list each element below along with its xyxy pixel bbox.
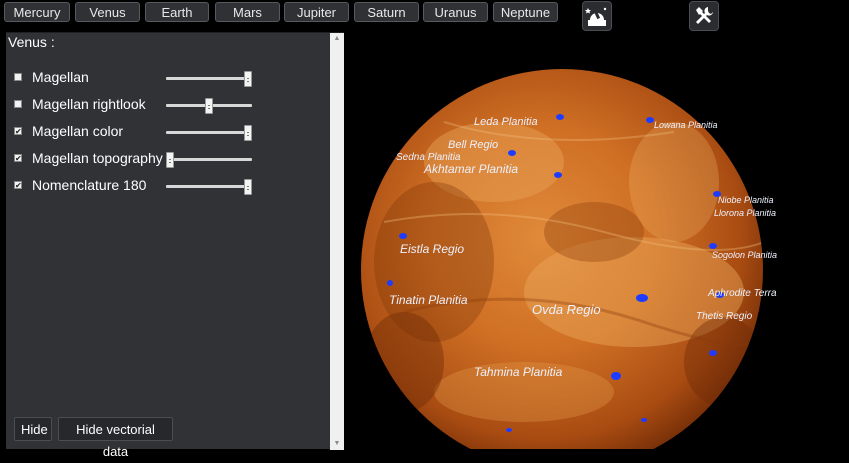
- panel-title: Venus :: [8, 34, 55, 50]
- feature-label[interactable]: Niobe Planitia: [718, 195, 774, 205]
- planet-button-jupiter[interactable]: Jupiter: [284, 2, 349, 22]
- layer-row-magellan-color: ✔ Magellan color: [6, 121, 330, 143]
- feature-label[interactable]: Bell Regio: [448, 139, 498, 151]
- feature-marker[interactable]: [556, 114, 564, 120]
- slider-thumb[interactable]: [166, 152, 174, 168]
- layer-checkbox-magellan[interactable]: [14, 73, 22, 81]
- layer-row-nomenclature-180: ✔ Nomenclature 180: [6, 175, 330, 197]
- layer-label-magellan-topography: Magellan topography: [32, 150, 163, 166]
- slider-track: [166, 158, 252, 161]
- layer-row-magellan-topography: ✔ Magellan topography: [6, 148, 330, 170]
- feature-marker[interactable]: [636, 294, 648, 302]
- hide-vectorial-data-button[interactable]: Hide vectorial data: [58, 417, 173, 459]
- feature-label[interactable]: Leda Planitia: [474, 116, 538, 128]
- feature-marker[interactable]: [506, 428, 512, 432]
- slider-thumb[interactable]: [244, 71, 252, 87]
- globe-view[interactable]: Leda Planitia Lowana Planitia Bell Regio…: [344, 32, 849, 449]
- layer-checkbox-magellan-topography[interactable]: ✔: [14, 154, 22, 163]
- slider-track: [166, 77, 252, 80]
- feature-label[interactable]: Ovda Regio: [532, 302, 601, 317]
- feature-label[interactable]: Akhtamar Planitia: [423, 162, 518, 176]
- slider-track: [166, 131, 252, 134]
- layer-label-nomenclature-180: Nomenclature 180: [32, 177, 147, 193]
- layer-panel: Venus : Magellan Magellan rightlook ✔ Ma…: [6, 32, 344, 459]
- scroll-up-arrow-icon[interactable]: ▲: [330, 33, 344, 45]
- observatory-icon: [585, 7, 607, 26]
- opacity-slider-magellan-color[interactable]: [166, 125, 254, 141]
- layer-checkbox-magellan-rightlook[interactable]: [14, 100, 22, 108]
- planet-button-saturn[interactable]: Saturn: [354, 2, 419, 22]
- feature-label[interactable]: Sogolon Planitia: [712, 250, 777, 260]
- planet-button-earth[interactable]: Earth: [145, 2, 209, 22]
- layer-checkbox-nomenclature-180[interactable]: ✔: [14, 181, 22, 190]
- feature-label[interactable]: Eistla Regio: [400, 242, 464, 256]
- opacity-slider-magellan[interactable]: [166, 71, 254, 87]
- tools-button[interactable]: [689, 1, 719, 31]
- layer-checkbox-magellan-color[interactable]: ✔: [14, 127, 22, 136]
- feature-label[interactable]: Tahmina Planitia: [474, 365, 563, 379]
- opacity-slider-magellan-rightlook[interactable]: [166, 98, 254, 114]
- feature-label[interactable]: Lowana Planitia: [654, 120, 718, 130]
- layer-label-magellan-rightlook: Magellan rightlook: [32, 96, 146, 112]
- planet-button-venus[interactable]: Venus: [75, 2, 140, 22]
- slider-thumb[interactable]: [244, 125, 252, 141]
- feature-label[interactable]: Llorona Planitia: [714, 208, 776, 218]
- scroll-down-arrow-icon[interactable]: ▼: [330, 438, 344, 450]
- feature-marker[interactable]: [709, 350, 717, 356]
- slider-thumb[interactable]: [244, 179, 252, 195]
- observatory-button[interactable]: [582, 1, 612, 31]
- layer-row-magellan: Magellan: [6, 67, 330, 89]
- opacity-slider-nomenclature-180[interactable]: [166, 179, 254, 195]
- planet-button-neptune[interactable]: Neptune: [493, 2, 558, 22]
- feature-marker[interactable]: [554, 172, 562, 178]
- feature-marker[interactable]: [387, 280, 393, 286]
- planet-button-uranus[interactable]: Uranus: [423, 2, 488, 22]
- venus-globe[interactable]: Leda Planitia Lowana Planitia Bell Regio…: [344, 32, 849, 449]
- hide-button[interactable]: Hide: [14, 417, 52, 441]
- layer-panel-content: Venus : Magellan Magellan rightlook ✔ Ma…: [6, 33, 330, 459]
- slider-thumb[interactable]: [205, 98, 213, 114]
- feature-marker[interactable]: [399, 233, 407, 239]
- feature-marker[interactable]: [611, 372, 621, 380]
- planet-button-mercury[interactable]: Mercury: [4, 2, 70, 22]
- slider-track: [166, 185, 252, 188]
- layer-label-magellan-color: Magellan color: [32, 123, 124, 139]
- feature-marker[interactable]: [508, 150, 516, 156]
- feature-marker[interactable]: [641, 418, 647, 422]
- tools-icon: [696, 7, 713, 24]
- layer-label-magellan: Magellan: [32, 69, 89, 85]
- feature-marker[interactable]: [646, 117, 654, 123]
- panel-scrollbar[interactable]: ▲ ▼: [330, 33, 344, 450]
- feature-label[interactable]: Aphrodite Terra: [707, 288, 777, 299]
- feature-label[interactable]: Tinatin Planitia: [389, 293, 468, 307]
- opacity-slider-magellan-topography[interactable]: [166, 152, 254, 168]
- feature-label[interactable]: Thetis Regio: [696, 311, 753, 322]
- planet-button-mars[interactable]: Mars: [215, 2, 280, 22]
- feature-marker[interactable]: [709, 243, 717, 249]
- layer-row-magellan-rightlook: Magellan rightlook: [6, 94, 330, 116]
